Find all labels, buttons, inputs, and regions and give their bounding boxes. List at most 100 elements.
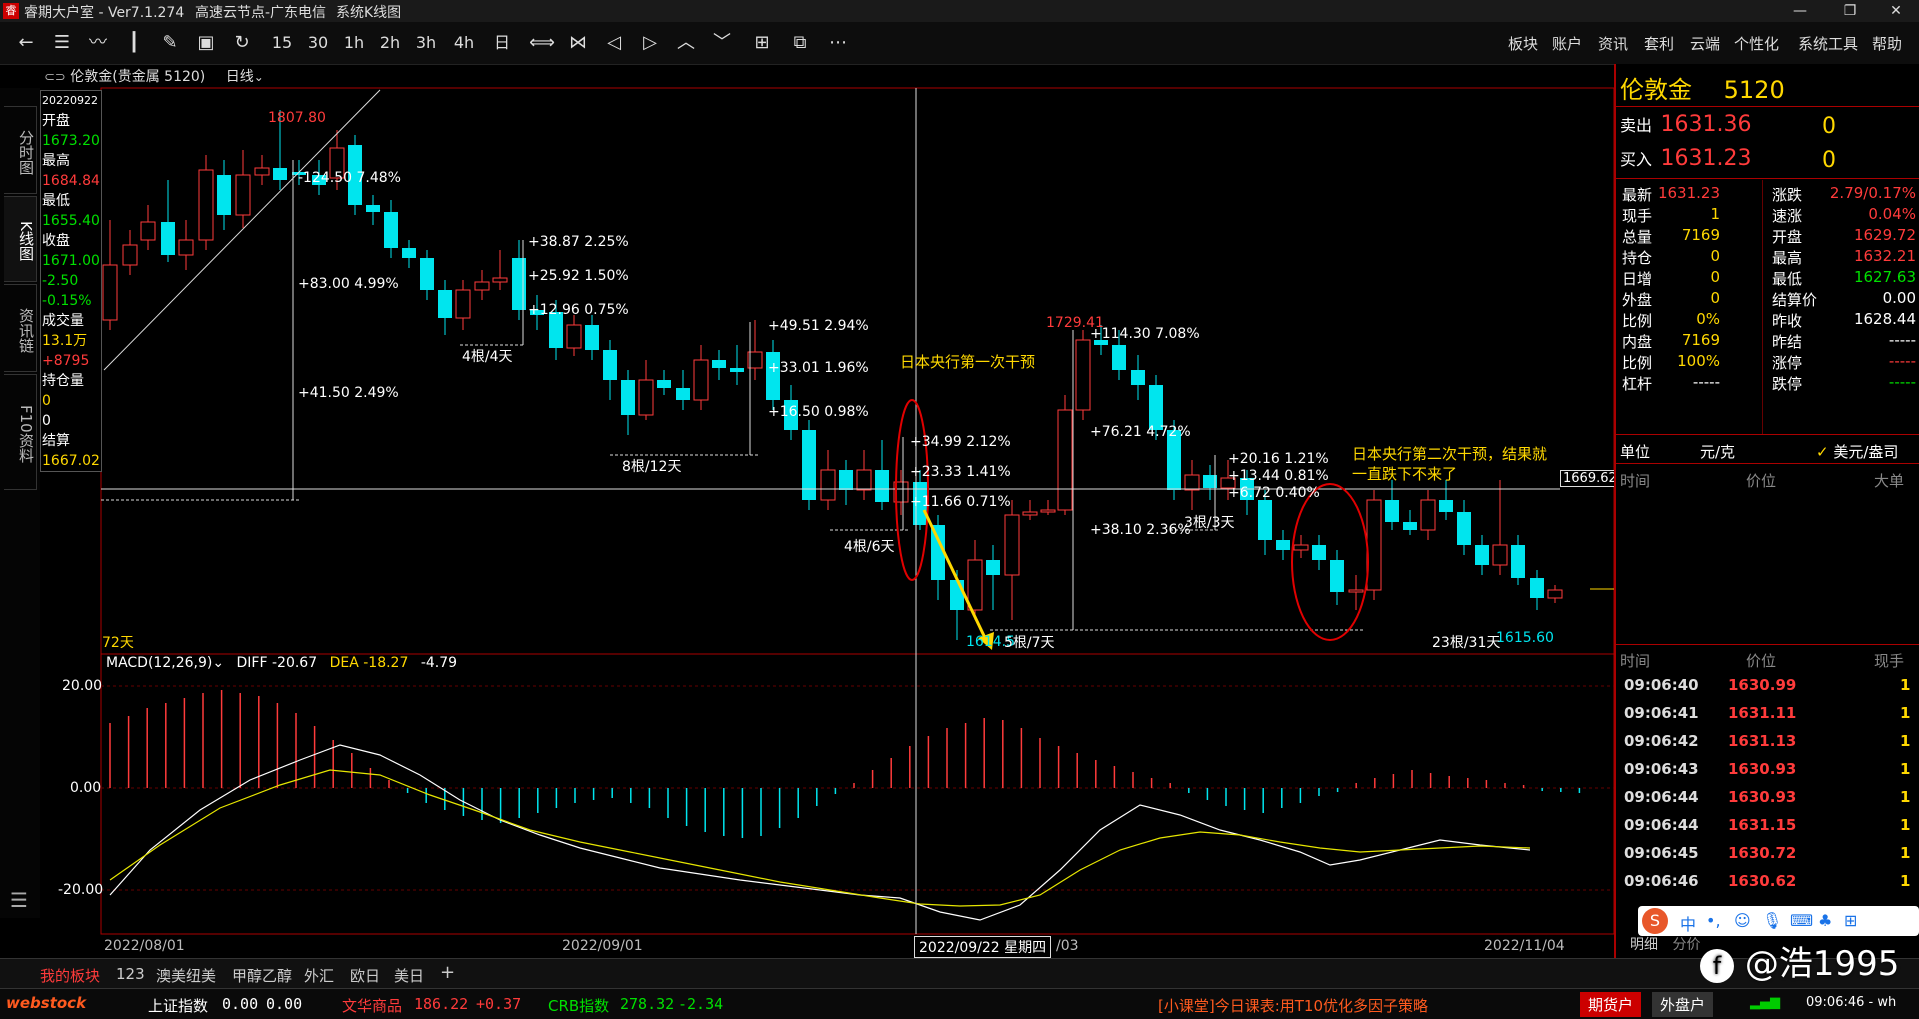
menu-help[interactable]: 帮助 [1872, 33, 1902, 54]
unit-cny[interactable]: 元/克 [1700, 441, 1735, 462]
menu-personalize[interactable]: 个性化 [1734, 33, 1779, 54]
menu-cloud[interactable]: 云端 [1690, 33, 1720, 54]
index3-name[interactable]: CRB指数 [548, 995, 609, 1016]
tab-forex[interactable]: 外汇 [304, 965, 334, 986]
candle-body [730, 368, 744, 372]
tab-methanol[interactable]: 甲醇乙醇 [232, 965, 292, 986]
candle-body [122, 244, 138, 266]
quote-value: ----- [1888, 331, 1916, 349]
measure-label: +16.50 0.98% [768, 404, 869, 420]
candle-body [1040, 509, 1056, 513]
measure-label: 23根/31天 [1432, 635, 1501, 651]
tab-my-sector[interactable]: 我的板块 [40, 965, 100, 986]
quote-label: 日增 [1622, 270, 1653, 288]
foreign-account-button[interactable]: 外盘户 [1652, 992, 1714, 1017]
menu-system-tools[interactable]: 系统工具 [1798, 33, 1858, 54]
quote-label: 现手 [1622, 207, 1653, 225]
buy-qty: 0 [1822, 148, 1836, 173]
close-icon[interactable]: ✕ [1876, 1, 1916, 21]
tab-aud-nzd[interactable]: 澳美纽美 [156, 965, 216, 986]
tick-cell: 1 [1900, 704, 1911, 722]
tick-cell: 1630.62 [1728, 872, 1797, 890]
annotation-first-intervention: 日本央行第一次干预 [900, 353, 1036, 371]
annotation-second-intervention: 日本央行第二次干预，结果就 [1352, 445, 1548, 463]
unit-usd[interactable]: ✓ 美元/盎司 [1816, 441, 1898, 462]
candle-body [950, 580, 964, 610]
status-time: 09:06:46 - wh [1806, 995, 1897, 1010]
ime-keyboard-icon[interactable]: ⌨ [1790, 911, 1813, 930]
quote-value: 1628.44 [1853, 310, 1916, 328]
measure-label: +6.72 0.40% [1228, 485, 1320, 501]
bottom-tabs-bar: 我的板块 123 澳美纽美 甲醇乙醇 外汇 欧日 美日 + [0, 958, 1919, 989]
candle-body [420, 258, 434, 290]
candle-body [217, 175, 231, 215]
days-label: 72天 [102, 635, 134, 651]
ime-chinese-icon[interactable]: 中 [1680, 911, 1696, 935]
quote-panel: 伦敦金 5120 卖出 1631.36 0 买入 1631.23 0 最新 163… [1614, 64, 1919, 958]
add-tab-button[interactable]: + [440, 962, 455, 983]
candle-body [1022, 511, 1038, 516]
ime-toolbar[interactable]: S 中 •, ☺ 🎙 ⌨ ♣ ⊞ [1638, 906, 1919, 936]
quote-name: 伦敦金 [1620, 76, 1692, 104]
ime-skin-icon[interactable]: ♣ [1818, 911, 1832, 930]
candle-body [1385, 500, 1399, 522]
x-axis-label: 2022/08/01 [104, 938, 185, 954]
candle-body [1004, 514, 1020, 576]
webstock-logo: webstock [6, 994, 87, 1012]
quote-label: 比例 [1622, 354, 1653, 372]
candle-body [839, 470, 853, 490]
tick-cell: 1 [1900, 816, 1911, 834]
x-axis-label: 2022/09/01 [562, 938, 643, 954]
candle-body [455, 289, 471, 319]
candle-body [474, 281, 490, 291]
tick-cell: 09:06:45 [1624, 844, 1699, 862]
candle-body [492, 277, 508, 283]
index2-name[interactable]: 文华商品 [342, 995, 402, 1016]
high-price-label: 1807.80 [268, 110, 326, 126]
candle-body [1258, 500, 1272, 540]
macd-header: MACD(12,26,9)⌄ DIFF -20.67 DEA -18.27 -4… [106, 655, 457, 671]
chevron-down-icon[interactable]: ⌄ [212, 655, 224, 671]
settle-value: 1667.02 [42, 453, 100, 469]
measure-label: +38.87 2.25% [528, 234, 629, 250]
index1-name[interactable]: 上证指数 [148, 995, 208, 1016]
ime-tools-icon[interactable]: ⊞ [1844, 911, 1857, 930]
oi-value: 0 [42, 393, 51, 409]
futures-account-button[interactable]: 期货户 [1580, 992, 1642, 1017]
macd-title[interactable]: MACD(12,26,9) [106, 655, 212, 671]
ime-mic-icon[interactable]: 🎙 [1762, 911, 1782, 930]
volume-value: 13.1万 [42, 333, 88, 349]
candle-body [1457, 512, 1471, 545]
ime-punct-icon[interactable]: •, [1706, 911, 1721, 930]
ime-emoji-icon[interactable]: ☺ [1734, 911, 1751, 930]
measure-label: -124.50 7.48% [298, 170, 401, 186]
tick-cell: 1631.15 [1728, 816, 1797, 834]
info-box: 20220922 开盘 1673.20 最高 1684.84 最低 1655.4… [40, 90, 102, 472]
buy-row[interactable]: 买入 1631.23 [1620, 146, 1751, 171]
minimize-icon[interactable]: — [1780, 1, 1820, 21]
quote-value: 0.04% [1868, 205, 1916, 223]
quote-value: ----- [1888, 373, 1916, 391]
candle-body [1511, 545, 1525, 578]
tab-eur-jpy[interactable]: 欧日 [350, 965, 380, 986]
index1-value: 0.00 [222, 995, 259, 1013]
restore-icon[interactable]: ❐ [1830, 1, 1870, 21]
index2-change: +0.37 [476, 995, 522, 1013]
tab-usd-jpy[interactable]: 美日 [394, 965, 424, 986]
measure-label: 4根/4天 [462, 349, 513, 365]
tab-price-dist[interactable]: 分价 [1672, 937, 1700, 953]
news-ticker[interactable]: [小课堂]今日课表:用T10优化多因子策略 [1158, 995, 1428, 1016]
quote-label: 最低 [1772, 270, 1803, 288]
sell-row[interactable]: 卖出 1631.36 [1620, 112, 1751, 137]
quote-value: 7169 [1681, 226, 1720, 244]
quote-label: 跌停 [1772, 375, 1803, 393]
candle-body [1475, 545, 1489, 565]
oi-change: 0 [42, 413, 51, 429]
menu-arbitrage[interactable]: 套利 [1644, 33, 1674, 54]
volume-change: +8795 [42, 353, 90, 369]
tab-123[interactable]: 123 [116, 965, 145, 983]
candle-body [1439, 500, 1453, 512]
tab-detail[interactable]: 明细 [1630, 937, 1658, 953]
measure-label: +11.66 0.71% [910, 494, 1011, 510]
sogou-logo-icon[interactable]: S [1642, 908, 1668, 934]
